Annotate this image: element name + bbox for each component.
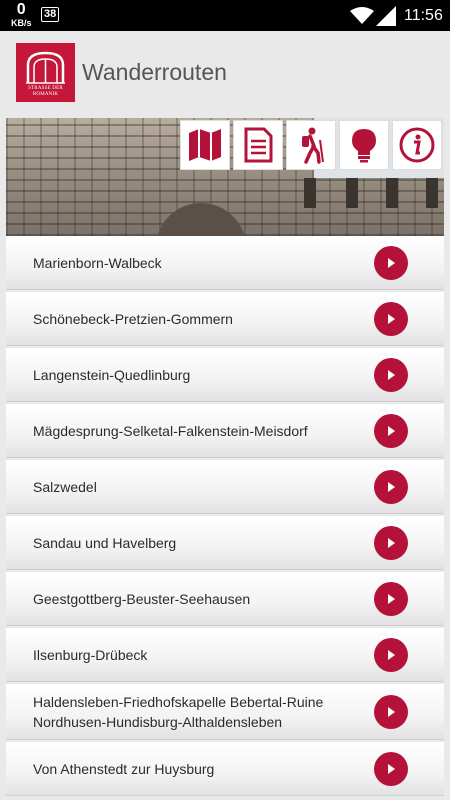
banner-crenel [346, 178, 358, 208]
route-label: Haldensleben-Friedhofskapelle Bebertal-R… [33, 693, 324, 730]
document-button[interactable] [233, 120, 283, 170]
chevron-right-icon[interactable] [374, 245, 408, 280]
notification-count: 38 [41, 7, 60, 22]
network-speed: 0 KB/s [11, 2, 32, 28]
banner-crenel [386, 178, 398, 208]
route-item[interactable]: Ilsenburg-Drübeck [6, 628, 444, 682]
hiking-button[interactable] [286, 120, 336, 170]
chevron-right-icon[interactable] [374, 357, 408, 392]
route-item[interactable]: Sandau und Havelberg [6, 516, 444, 570]
app-header: STRASSE DER ROMANIK Wanderrouten [0, 31, 450, 114]
route-item[interactable]: Mägdesprung-Selketal-Falkenstein-Meisdor… [6, 404, 444, 458]
route-item[interactable]: Von Athenstedt zur Huysburg [6, 742, 444, 796]
route-label: Geestgottberg-Beuster-Seehausen [33, 590, 251, 607]
route-item[interactable]: Marienborn-Walbeck [6, 236, 444, 290]
network-speed-value: 0 [16, 1, 26, 18]
page-title: Wanderrouten [82, 59, 227, 85]
logo-text: STRASSE DER ROMANIK [28, 86, 63, 97]
lightbulb-icon [352, 129, 376, 163]
banner-arch [156, 203, 246, 236]
chevron-right-icon[interactable] [374, 301, 408, 336]
chevron-right-icon[interactable] [374, 694, 408, 729]
info-icon [399, 127, 435, 163]
route-label: Schönebeck-Pretzien-Gommern [33, 310, 233, 327]
info-button[interactable] [392, 120, 442, 170]
route-item[interactable]: Langenstein-Quedlinburg [6, 348, 444, 402]
chevron-right-icon[interactable] [374, 751, 408, 786]
chevron-right-icon[interactable] [374, 413, 408, 448]
route-label: Von Athenstedt zur Huysburg [33, 760, 215, 777]
document-icon [244, 127, 273, 163]
route-label: Mägdesprung-Selketal-Falkenstein-Meisdor… [33, 422, 308, 439]
toolbar [180, 120, 442, 170]
wifi-icon [350, 7, 374, 30]
header-banner-image [6, 118, 444, 236]
banner-crenel [426, 178, 438, 208]
chevron-right-icon[interactable] [374, 525, 408, 560]
app-logo[interactable]: STRASSE DER ROMANIK [16, 43, 75, 102]
banner-crenel [304, 178, 316, 208]
route-item[interactable]: Schönebeck-Pretzien-Gommern [6, 292, 444, 346]
route-item[interactable]: Salzwedel [6, 460, 444, 514]
hiker-icon [302, 127, 324, 164]
network-speed-unit: KB/s [11, 18, 32, 28]
status-bar: 0 KB/s 38 11:56 [0, 0, 450, 31]
route-label: Ilsenburg-Drübeck [33, 646, 148, 663]
route-item[interactable]: Geestgottberg-Beuster-Seehausen [6, 572, 444, 626]
route-label: Salzwedel [33, 478, 97, 495]
route-label: Sandau und Havelberg [33, 534, 177, 551]
map-button[interactable] [180, 120, 230, 170]
route-list: Marienborn-Walbeck Schönebeck-Pretzien-G… [6, 236, 444, 798]
chevron-right-icon[interactable] [374, 581, 408, 616]
route-label: Marienborn-Walbeck [33, 254, 162, 271]
route-item[interactable]: Haldensleben-Friedhofskapelle Bebertal-R… [6, 684, 444, 740]
clock: 11:56 [404, 7, 443, 24]
signal-icon [376, 6, 396, 31]
tips-button[interactable] [339, 120, 389, 170]
route-label: Langenstein-Quedlinburg [33, 366, 191, 383]
chevron-right-icon[interactable] [374, 469, 408, 504]
chevron-right-icon[interactable] [374, 637, 408, 672]
map-icon [189, 129, 221, 161]
